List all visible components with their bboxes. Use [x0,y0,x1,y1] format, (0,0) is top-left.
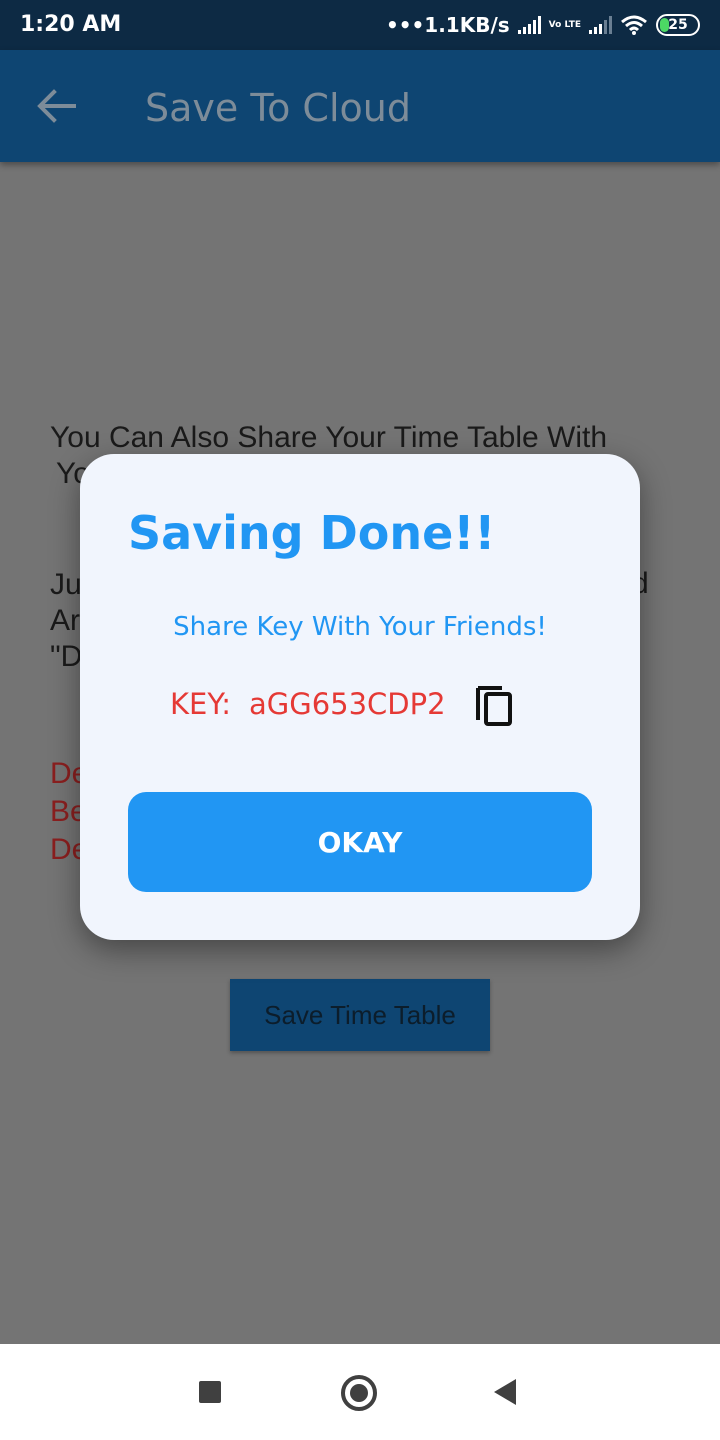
recents-icon[interactable] [199,1381,221,1403]
key-value: aGG653CDP2 [248,687,446,721]
app-bar: Save To Cloud [0,50,720,162]
key-row: KEY: aGG653CDP2 [170,680,520,728]
dialog-message: Share Key With Your Friends! [173,612,547,642]
status-time: 1:20 AM [20,12,122,37]
save-time-table-button[interactable]: Save Time Table [230,979,490,1051]
system-nav-bar [0,1344,720,1440]
signal-icon [517,16,541,34]
arrow-left-icon[interactable] [36,88,76,124]
status-bar: 1:20 AM •••1.1KB/s Vo LTE 25 [0,0,720,50]
back-icon[interactable] [494,1379,516,1405]
copy-icon[interactable] [472,680,520,728]
home-icon[interactable] [341,1375,377,1411]
info-line-1: You Can Also Share Your Time Table With [50,421,608,454]
status-icons: •••1.1KB/s Vo LTE 25 [386,10,700,40]
page-title: Save To Cloud [145,86,411,130]
okay-button[interactable]: OKAY [128,792,592,892]
wifi-icon [621,15,647,35]
battery-level: 25 [668,17,688,33]
battery-icon: 25 [656,14,700,36]
volte-icon: Vo LTE [548,19,581,30]
network-speed: •••1.1KB/s [385,13,510,37]
signal-icon-2 [589,16,612,34]
dialog-title: Saving Done!! [128,506,496,560]
key-label: KEY: [170,687,231,721]
saving-done-dialog: Saving Done!! Share Key With Your Friend… [80,454,640,940]
